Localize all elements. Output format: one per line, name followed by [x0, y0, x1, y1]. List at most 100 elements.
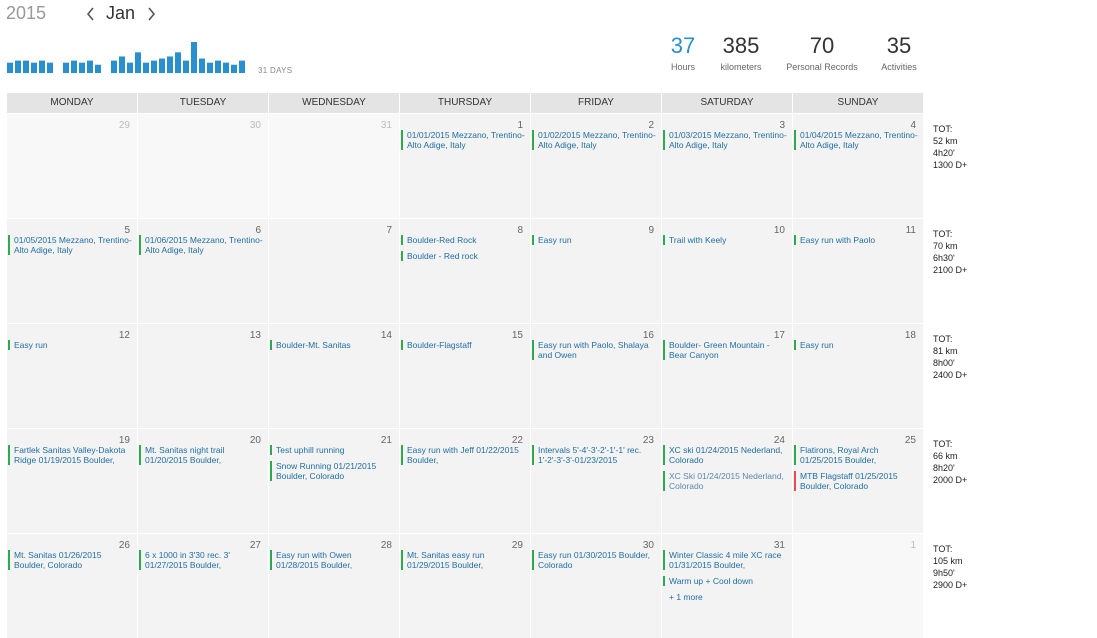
activity-event[interactable]: Mt. Sanitas night trail 01/20/2015 Bould…	[139, 445, 264, 465]
month-calendar: MONDAY TUESDAY WEDNESDAY THURSDAY FRIDAY SATU…	[7, 93, 924, 638]
stat-kilometers-value: 385	[722, 33, 760, 58]
activity-event[interactable]: 6 x 1000 in 3'30 rec. 3' 01/27/2015 Boul…	[139, 550, 264, 570]
activity-event[interactable]: 01/06/2015 Mezzano, Trentino-Alto Adige,…	[139, 235, 264, 255]
day-cell[interactable]: 30	[138, 114, 268, 218]
activity-event[interactable]: Boulder-Mt. Sanitas	[270, 340, 395, 350]
activity-event[interactable]: Mt. Sanitas easy run 01/29/2015 Boulder,	[401, 550, 526, 570]
activity-event[interactable]: 01/01/2015 Mezzano, Trentino-Alto Adige,…	[401, 130, 526, 150]
activity-event[interactable]: Trail with Keely	[663, 235, 788, 245]
activity-event[interactable]: Easy run with Owen 01/28/2015 Boulder,	[270, 550, 395, 570]
activity-event[interactable]: Easy run with Paolo	[794, 235, 919, 245]
day-cell[interactable]: 9 Easy run	[531, 219, 661, 323]
week-total-distance: 105 km	[933, 556, 963, 566]
activity-event[interactable]: Flatirons, Royal Arch 01/25/2015 Boulder…	[794, 445, 919, 465]
day-cell[interactable]: 24 XC ski 01/24/2015 Nederland, Colorado X…	[662, 429, 792, 533]
day-cell[interactable]: 29 Mt. Sanitas easy run 01/29/2015 Boulde…	[400, 534, 530, 638]
day-cell[interactable]: 1	[793, 534, 923, 638]
week-row: 29 30 31 1 01/01/2015 Mezzano, Trentino-Alto…	[7, 114, 924, 218]
activity-event[interactable]: XC ski 01/24/2015 Nederland, Colorado	[663, 445, 788, 465]
current-month: Jan	[106, 3, 136, 23]
activity-event[interactable]: Easy run	[8, 340, 133, 350]
sparkline-bar	[111, 60, 117, 73]
day-cell[interactable]: 5 01/05/2015 Mezzano, Trentino-Alto Adige…	[7, 219, 137, 323]
week-total-distance: 52 km	[933, 136, 958, 146]
next-month-icon[interactable]	[145, 5, 157, 23]
day-cell[interactable]: 26 Mt. Sanitas 01/26/2015 Boulder, Colora…	[7, 534, 137, 638]
activity-event[interactable]: Fartlek Sanitas Valley-Dakota Ridge 01/1…	[8, 445, 133, 465]
activity-event[interactable]: MTB Flagstaff 01/25/2015 Boulder, Colora…	[794, 471, 919, 491]
day-number: 7	[386, 225, 392, 236]
activity-event[interactable]: Easy run 01/30/2015 Boulder, Colorado	[532, 550, 657, 570]
activity-event[interactable]: Easy run	[532, 235, 657, 245]
day-cell[interactable]: 1 01/01/2015 Mezzano, Trentino-Alto Adige…	[400, 114, 530, 218]
week-total-time: 4h20'	[933, 148, 955, 158]
activity-event[interactable]: XC Ski 01/24/2015 Nederland, Colorado	[663, 471, 788, 491]
day-cell[interactable]: 11 Easy run with Paolo	[793, 219, 923, 323]
month-nav: Jan	[84, 3, 157, 24]
stat-hours: 37 Hours	[666, 34, 700, 73]
day-cell[interactable]: 28 Easy run with Owen 01/28/2015 Boulder,	[269, 534, 399, 638]
activity-event[interactable]: Boulder- Green Mountain - Bear Canyon	[663, 340, 788, 360]
day-cell[interactable]: 6 01/06/2015 Mezzano, Trentino-Alto Adige…	[138, 219, 268, 323]
activity-event[interactable]: 01/04/2015 Mezzano, Trentino-Alto Adige,…	[794, 130, 919, 150]
sparkline-bar	[47, 62, 53, 73]
activity-event[interactable]: Intervals 5'-4'-3'-2'-1'-1' rec. 1'-2'-3…	[532, 445, 657, 465]
day-cell[interactable]: 4 01/04/2015 Mezzano, Trentino-Alto Adige…	[793, 114, 923, 218]
prev-month-icon[interactable]	[84, 5, 96, 23]
day-cell[interactable]: 29	[7, 114, 137, 218]
day-cell[interactable]: 21 Test uphill running Snow Running 01/21/…	[269, 429, 399, 533]
sparkline-bar	[159, 58, 165, 73]
day-events: Flatirons, Royal Arch 01/25/2015 Boulder…	[793, 445, 919, 497]
day-cell[interactable]: 30 Easy run 01/30/2015 Boulder, Colorado	[531, 534, 661, 638]
sparkline-bar	[183, 60, 189, 73]
day-cell[interactable]: 20 Mt. Sanitas night trail 01/20/2015 Bou…	[138, 429, 268, 533]
day-cell[interactable]: 3 01/03/2015 Mezzano, Trentino-Alto Adige…	[662, 114, 792, 218]
day-cell[interactable]: 31 Winter Classic 4 mile XC race 01/31/20…	[662, 534, 792, 638]
day-cell[interactable]: 2 01/02/2015 Mezzano, Trentino-Alto Adige…	[531, 114, 661, 218]
day-cell[interactable]: 22 Easy run with Jeff 01/22/2015 Boulder,	[400, 429, 530, 533]
activity-event[interactable]: Boulder - Red rock	[401, 251, 526, 261]
day-cell[interactable]: 16 Easy run with Paolo, Shalaya and Owen	[531, 324, 661, 428]
day-cell[interactable]: 25 Flatirons, Royal Arch 01/25/2015 Bould…	[793, 429, 923, 533]
day-cell[interactable]: 27 6 x 1000 in 3'30 rec. 3' 01/27/2015 Bo…	[138, 534, 268, 638]
activity-event[interactable]: Test uphill running	[270, 445, 395, 455]
activity-event[interactable]: 01/05/2015 Mezzano, Trentino-Alto Adige,…	[8, 235, 133, 255]
stat-activities-label: Activities	[881, 62, 917, 72]
day-cell[interactable]: 15 Boulder-Flagstaff	[400, 324, 530, 428]
day-cell[interactable]: 13	[138, 324, 268, 428]
day-cell[interactable]: 12 Easy run	[7, 324, 137, 428]
day-events: 01/01/2015 Mezzano, Trentino-Alto Adige,…	[400, 130, 526, 156]
day-events: Easy run	[531, 235, 657, 251]
activity-event[interactable]: 01/02/2015 Mezzano, Trentino-Alto Adige,…	[532, 130, 657, 150]
day-cell[interactable]: 8 Boulder-Red Rock Boulder - Red rock	[400, 219, 530, 323]
day-events: Easy run with Jeff 01/22/2015 Boulder,	[400, 445, 526, 471]
week-total-elevation: 2400 D+	[933, 370, 968, 380]
activity-event[interactable]: Warm up + Cool down	[663, 576, 788, 586]
week-total-label: TOT:	[933, 124, 953, 134]
activity-event[interactable]: Boulder-Flagstaff	[401, 340, 526, 350]
day-cell[interactable]: 18 Easy run	[793, 324, 923, 428]
day-cell[interactable]: 31	[269, 114, 399, 218]
sparkline-bar	[191, 42, 197, 73]
year-label: 2015	[6, 3, 47, 23]
activity-event[interactable]: Easy run	[794, 340, 919, 350]
day-events: 01/02/2015 Mezzano, Trentino-Alto Adige,…	[531, 130, 657, 156]
activity-event[interactable]: Boulder-Red Rock	[401, 235, 526, 245]
day-number: 13	[249, 330, 261, 341]
days-count-label: 31 DAYS	[258, 66, 293, 75]
day-cell[interactable]: 23 Intervals 5'-4'-3'-2'-1'-1' rec. 1'-2'…	[531, 429, 661, 533]
day-cell[interactable]: 7	[269, 219, 399, 323]
day-cell[interactable]: 19 Fartlek Sanitas Valley-Dakota Ridge 01…	[7, 429, 137, 533]
day-cell[interactable]: 14 Boulder-Mt. Sanitas	[269, 324, 399, 428]
activity-event[interactable]: Winter Classic 4 mile XC race 01/31/2015…	[663, 550, 788, 570]
activity-event[interactable]: 01/03/2015 Mezzano, Trentino-Alto Adige,…	[663, 130, 788, 150]
activity-event[interactable]: Easy run with Jeff 01/22/2015 Boulder,	[401, 445, 526, 465]
sparkline-bar	[231, 64, 237, 73]
activity-event[interactable]: Easy run with Paolo, Shalaya and Owen	[532, 340, 657, 360]
daily-activity-sparkline	[7, 42, 245, 73]
activity-event[interactable]: Snow Running 01/21/2015 Boulder, Colorad…	[270, 461, 395, 481]
day-cell[interactable]: 17 Boulder- Green Mountain - Bear Canyon	[662, 324, 792, 428]
activity-event[interactable]: Mt. Sanitas 01/26/2015 Boulder, Colorado	[8, 550, 133, 570]
day-cell[interactable]: 10 Trail with Keely	[662, 219, 792, 323]
more-activities-link[interactable]: + 1 more	[662, 592, 788, 602]
